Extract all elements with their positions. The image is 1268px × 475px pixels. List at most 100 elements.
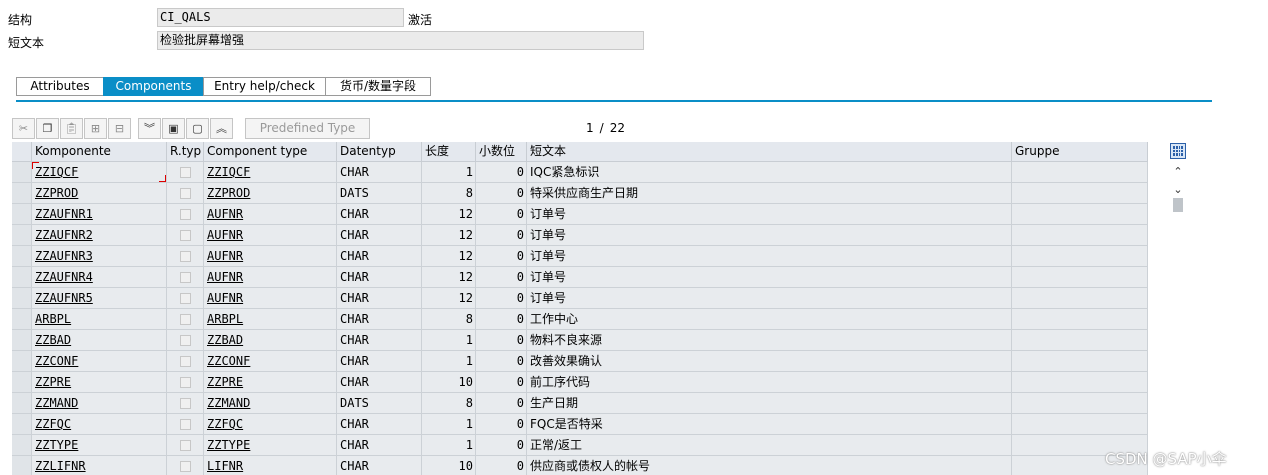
delete-row-icon[interactable]: ⊟ xyxy=(108,117,131,139)
table-row[interactable]: ZZAUFNR1 AUFNR CHAR 12 0 订单号 xyxy=(12,204,1148,225)
checkbox-icon[interactable] xyxy=(179,460,191,472)
cell-komponente[interactable]: ZZAUFNR5 xyxy=(32,288,167,308)
scroll-down-icon[interactable]: ⌄ xyxy=(1168,180,1188,198)
scroll-up-icon[interactable]: ⌃ xyxy=(1168,162,1188,180)
cell-komponente[interactable]: ZZLIFNR xyxy=(32,456,167,475)
cell-component-type[interactable]: AUFNR xyxy=(204,267,337,287)
checkbox-icon[interactable] xyxy=(179,271,191,283)
predefined-type-button[interactable]: Predefined Type xyxy=(245,117,370,139)
cell-komponente[interactable]: ZZAUFNR1 xyxy=(32,204,167,224)
row-selector[interactable] xyxy=(12,435,32,455)
cut-icon[interactable]: ✂ xyxy=(12,117,35,139)
cell-component-type[interactable]: ZZFQC xyxy=(204,414,337,434)
cell-rtyp-checkbox[interactable] xyxy=(167,288,204,308)
column-header-datentyp[interactable]: Datentyp xyxy=(337,142,422,162)
pager-current[interactable]: 1 xyxy=(586,121,594,135)
cell-rtyp-checkbox[interactable] xyxy=(167,351,204,371)
select-all-column[interactable] xyxy=(12,142,32,162)
table-row[interactable]: ZZLIFNR LIFNR CHAR 10 0 供应商或债权人的帐号 xyxy=(12,456,1148,475)
checkbox-icon[interactable] xyxy=(179,376,191,388)
cell-komponente[interactable]: ZZIQCF xyxy=(32,162,167,182)
cell-rtyp-checkbox[interactable] xyxy=(167,372,204,392)
tab-entry-help-check[interactable]: Entry help/check xyxy=(203,77,325,96)
row-selector[interactable] xyxy=(12,393,32,413)
tab-components[interactable]: Components xyxy=(103,77,203,96)
row-selector[interactable] xyxy=(12,330,32,350)
cell-component-type[interactable]: AUFNR xyxy=(204,246,337,266)
row-selector[interactable] xyxy=(12,456,32,475)
cell-rtyp-checkbox[interactable] xyxy=(167,309,204,329)
table-row[interactable]: ZZIQCF ZZIQCF CHAR 1 0 IQC紧急标识 xyxy=(12,162,1148,183)
paste-icon[interactable]: 📋︎ xyxy=(60,117,83,139)
checkbox-icon[interactable] xyxy=(179,313,191,325)
cell-rtyp-checkbox[interactable] xyxy=(167,246,204,266)
cell-component-type[interactable]: ZZTYPE xyxy=(204,435,337,455)
column-header-rtyp[interactable]: R.typ xyxy=(167,142,204,162)
cell-rtyp-checkbox[interactable] xyxy=(167,330,204,350)
cell-component-type[interactable]: ARBPL xyxy=(204,309,337,329)
table-row[interactable]: ZZAUFNR4 AUFNR CHAR 12 0 订单号 xyxy=(12,267,1148,288)
table-row[interactable]: ZZTYPE ZZTYPE CHAR 1 0 正常/返工 xyxy=(12,435,1148,456)
row-selector[interactable] xyxy=(12,183,32,203)
checkbox-icon[interactable] xyxy=(179,229,191,241)
cell-komponente[interactable]: ZZAUFNR2 xyxy=(32,225,167,245)
cell-komponente[interactable]: ZZBAD xyxy=(32,330,167,350)
cell-component-type[interactable]: ZZIQCF xyxy=(204,162,337,182)
cell-komponente[interactable]: ZZTYPE xyxy=(32,435,167,455)
table-row[interactable]: ZZPRE ZZPRE CHAR 10 0 前工序代码 xyxy=(12,372,1148,393)
cell-komponente[interactable]: ZZAUFNR3 xyxy=(32,246,167,266)
column-header-short-text[interactable]: 短文本 xyxy=(527,142,1012,162)
row-selector[interactable] xyxy=(12,225,32,245)
cell-rtyp-checkbox[interactable] xyxy=(167,162,204,182)
deselect-icon[interactable]: ▢ xyxy=(186,117,209,139)
cell-component-type[interactable]: ZZMAND xyxy=(204,393,337,413)
checkbox-icon[interactable] xyxy=(179,250,191,262)
select-all-icon[interactable]: ▣ xyxy=(162,117,185,139)
checkbox-icon[interactable] xyxy=(179,397,191,409)
table-row[interactable]: ZZMAND ZZMAND DATS 8 0 生产日期 xyxy=(12,393,1148,414)
column-header-gruppe[interactable]: Gruppe xyxy=(1012,142,1148,162)
cell-komponente[interactable]: ZZPROD xyxy=(32,183,167,203)
table-row[interactable]: ZZAUFNR5 AUFNR CHAR 12 0 订单号 xyxy=(12,288,1148,309)
table-row[interactable]: ZZFQC ZZFQC CHAR 1 0 FQC是否特采 xyxy=(12,414,1148,435)
row-selector[interactable] xyxy=(12,288,32,308)
column-header-component-type[interactable]: Component type xyxy=(204,142,337,162)
cell-rtyp-checkbox[interactable] xyxy=(167,225,204,245)
cell-komponente[interactable]: ZZCONF xyxy=(32,351,167,371)
checkbox-icon[interactable] xyxy=(179,166,191,178)
cell-komponente[interactable]: ZZFQC xyxy=(32,414,167,434)
row-selector[interactable] xyxy=(12,267,32,287)
row-selector[interactable] xyxy=(12,414,32,434)
table-row[interactable]: ZZAUFNR3 AUFNR CHAR 12 0 订单号 xyxy=(12,246,1148,267)
cell-rtyp-checkbox[interactable] xyxy=(167,414,204,434)
row-selector[interactable] xyxy=(12,246,32,266)
cell-rtyp-checkbox[interactable] xyxy=(167,267,204,287)
cell-rtyp-checkbox[interactable] xyxy=(167,435,204,455)
column-header-komponente[interactable]: Komponente xyxy=(32,142,167,162)
checkbox-icon[interactable] xyxy=(179,355,191,367)
checkbox-icon[interactable] xyxy=(179,292,191,304)
short-text-field[interactable]: 检验批屏幕增强 xyxy=(157,31,644,50)
cell-komponente[interactable]: ARBPL xyxy=(32,309,167,329)
cell-component-type[interactable]: AUFNR xyxy=(204,225,337,245)
checkbox-icon[interactable] xyxy=(179,334,191,346)
checkbox-icon[interactable] xyxy=(179,418,191,430)
insert-row-icon[interactable]: ⊞ xyxy=(84,117,107,139)
row-selector[interactable] xyxy=(12,162,32,182)
structure-field[interactable]: CI_QALS xyxy=(157,8,404,27)
cell-component-type[interactable]: AUFNR xyxy=(204,204,337,224)
cell-component-type[interactable]: AUFNR xyxy=(204,288,337,308)
collapse-icon[interactable]: ︾ xyxy=(138,117,161,139)
cell-component-type[interactable]: LIFNR xyxy=(204,456,337,475)
cell-rtyp-checkbox[interactable] xyxy=(167,183,204,203)
cell-component-type[interactable]: ZZBAD xyxy=(204,330,337,350)
cell-komponente[interactable]: ZZPRE xyxy=(32,372,167,392)
cell-component-type[interactable]: ZZCONF xyxy=(204,351,337,371)
row-selector[interactable] xyxy=(12,204,32,224)
tab-attributes[interactable]: Attributes xyxy=(16,77,103,96)
checkbox-icon[interactable] xyxy=(179,439,191,451)
checkbox-icon[interactable] xyxy=(179,187,191,199)
column-header-decimals[interactable]: 小数位 xyxy=(476,142,527,162)
cell-rtyp-checkbox[interactable] xyxy=(167,204,204,224)
table-row[interactable]: ZZCONF ZZCONF CHAR 1 0 改善效果确认 xyxy=(12,351,1148,372)
